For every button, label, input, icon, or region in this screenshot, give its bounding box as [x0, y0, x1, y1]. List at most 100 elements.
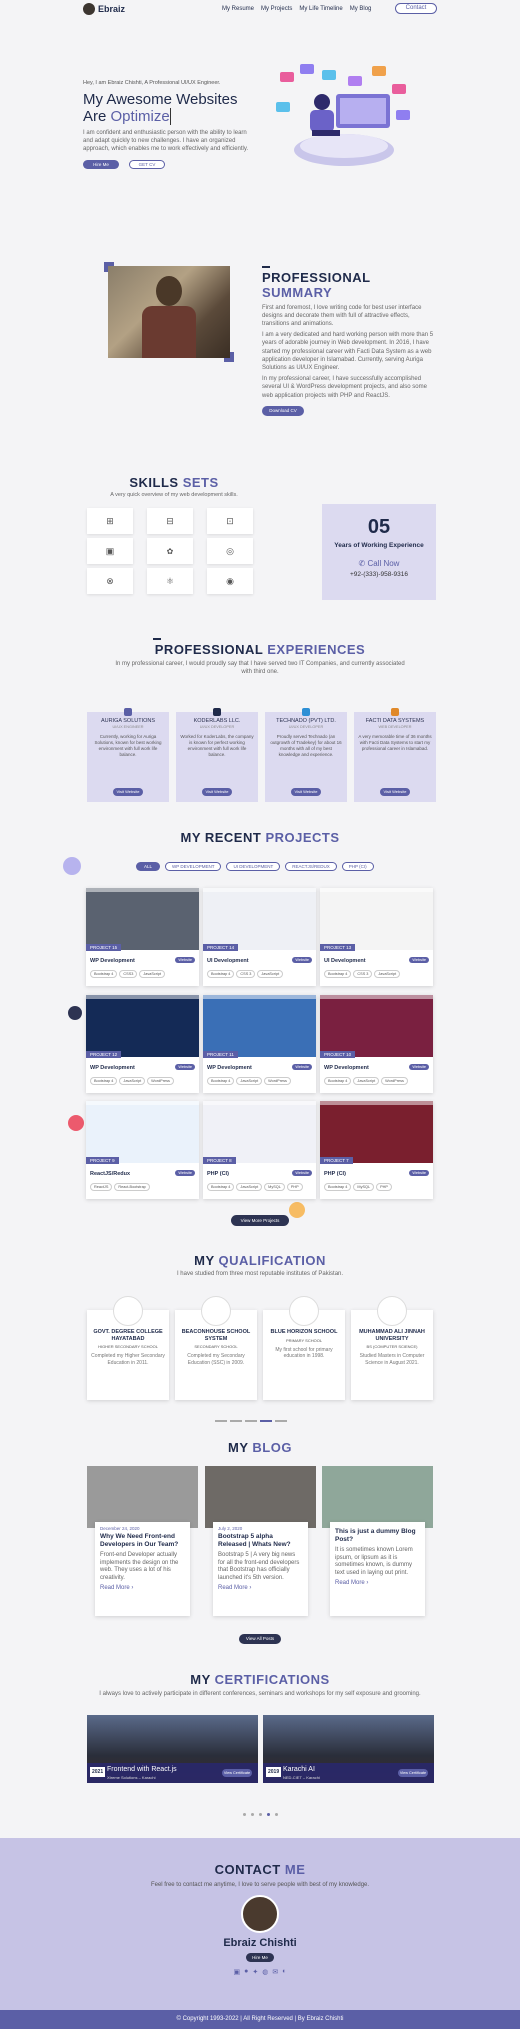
institute-name: BEACONHOUSE SCHOOL SYSTEM: [181, 1329, 251, 1342]
filter-wp[interactable]: WP DEVELOPMENT: [165, 862, 222, 871]
visit-website-button[interactable]: Visit Website: [202, 788, 232, 796]
project-website-button[interactable]: Website: [292, 1170, 312, 1176]
filter-all[interactable]: ALL: [136, 862, 161, 871]
project-card[interactable]: PROJECT 13 UI Development Website Bootstrap…: [320, 888, 433, 986]
project-type: ReactJS/Redux: [90, 1171, 131, 1177]
tech-tag: JavaScript: [236, 1077, 263, 1085]
hero-title: My Awesome Websites Are Optimize: [83, 91, 238, 125]
project-card[interactable]: PROJECT 12 WP Development Website Bootstrap…: [86, 995, 199, 1093]
filter-ui[interactable]: UI DEVELOPMENT: [226, 862, 281, 871]
stackoverflow-icon[interactable]: ◐: [282, 1968, 286, 1976]
project-card[interactable]: PROJECT 7 PHP (CI) Website Bootstrap 4 MySQL…: [320, 1101, 433, 1199]
company-desc: Currently, working for Auriga Solutions,…: [94, 734, 162, 757]
nav-item-projects[interactable]: My Projects: [261, 6, 292, 12]
visit-website-button[interactable]: Visit Website: [291, 788, 321, 796]
certificate-card: 2019 Karachi AI NED-CIET – Karachi View Cer…: [263, 1715, 434, 1783]
tech-tag: PHP: [286, 1183, 303, 1191]
blog-card[interactable]: December 24, 2020 Why We Need Front-end D…: [87, 1466, 198, 1616]
project-website-button[interactable]: Website: [292, 957, 312, 963]
view-all-posts-button[interactable]: View All Posts: [239, 1634, 281, 1644]
project-website-button[interactable]: Website: [175, 1170, 195, 1176]
certificate-year: 2021: [90, 1767, 106, 1777]
project-tags: Bootstrap 4 JavaScript MySQL PHP: [207, 1183, 305, 1191]
project-card[interactable]: PROJECT 15 WP Development Website Bootstrap…: [86, 888, 199, 986]
project-screenshot: [86, 995, 199, 1057]
filter-react[interactable]: REACTJS/REDUX: [285, 862, 337, 871]
project-number: PROJECT 10: [320, 1051, 356, 1058]
blog-title[interactable]: This is just a dummy Blog Post?: [335, 1528, 420, 1544]
project-screenshot: [203, 888, 316, 950]
project-card[interactable]: PROJECT 8 PHP (CI) Website Bootstrap 4 JavaS…: [203, 1101, 316, 1199]
certificate-org: NED-CIET – Karachi: [283, 1775, 320, 1780]
blog-card[interactable]: July 2, 2020 Bootstrap 5 alpha Released |…: [205, 1466, 316, 1616]
project-card[interactable]: PROJECT 9 ReactJS/Redux Website ReactJS Reac…: [86, 1101, 199, 1199]
contact-section: CONTACT ME Feel free to contact me anyti…: [0, 1838, 520, 2010]
tech-tag: Bootstrap 4: [324, 970, 352, 978]
gmail-icon[interactable]: ✉: [272, 1968, 278, 1976]
project-website-button[interactable]: Website: [175, 1064, 195, 1070]
qualification-title: MY QUALIFICATION: [194, 1253, 326, 1268]
project-website-button[interactable]: Website: [409, 957, 429, 963]
project-type: WP Development: [207, 1065, 252, 1071]
blog-title[interactable]: Bootstrap 5 alpha Released | Whats New?: [218, 1533, 303, 1549]
qualification-card: MUHAMMAD ALI JINNAH UNIVERSITY BS (COMPUT…: [351, 1296, 433, 1400]
company-name: FACTI DATA SYSTEMS: [365, 718, 425, 724]
experience-card: AURIGA SOLUTIONS UI/UX ENGINEER Currently,…: [87, 708, 169, 802]
qualification-card: BLUE HORIZON SCHOOL PRIMARY SCHOOL My firs…: [263, 1296, 345, 1400]
certificate-title: Frontend with React.js: [107, 1766, 177, 1773]
project-card[interactable]: PROJECT 11 WP Development Website Bootstrap…: [203, 995, 316, 1093]
project-website-button[interactable]: Website: [409, 1064, 429, 1070]
summary-para-1: First and foremost, I love writing code …: [262, 304, 422, 327]
view-certificate-button[interactable]: View Certificate: [222, 1769, 252, 1777]
projects-title: MY RECENT PROJECTS: [180, 830, 340, 845]
blog-card[interactable]: This is just a dummy Blog Post? It is som…: [322, 1466, 433, 1616]
javascript-icon: ✿: [147, 538, 193, 564]
hire-me-button[interactable]: Hire Me: [83, 159, 119, 169]
project-website-button[interactable]: Website: [409, 1170, 429, 1176]
twitter-icon[interactable]: ✦: [252, 1968, 258, 1976]
nav-item-blog[interactable]: My Blog: [350, 6, 372, 12]
contact-subtitle: Feel free to contact me anytime, I love …: [150, 1882, 370, 1888]
call-now-link[interactable]: ✆ Call Now: [322, 559, 436, 568]
project-card[interactable]: PROJECT 14 UI Development Website Bootstrap…: [203, 888, 316, 986]
visit-website-button[interactable]: Visit Website: [113, 788, 143, 796]
blog-image: [205, 1466, 316, 1528]
tech-tag: CSS 3: [353, 970, 373, 978]
project-screenshot: [320, 995, 433, 1057]
tech-tag: MySQL: [353, 1183, 375, 1191]
view-certificate-button[interactable]: View Certificate: [398, 1769, 428, 1777]
github-icon[interactable]: ●: [244, 1968, 248, 1976]
contact-hire-button[interactable]: Hire Me: [246, 1953, 274, 1962]
view-more-projects-button[interactable]: View More Projects: [231, 1215, 289, 1226]
contact-button[interactable]: Contact: [395, 3, 437, 14]
project-tags: Bootstrap 4 CSS3 JavaScript: [90, 970, 167, 978]
project-tags: Bootstrap 4 JavaScript WordPress: [324, 1077, 410, 1085]
css3-icon: ⊟: [147, 508, 193, 534]
github-icon: ◉: [207, 568, 253, 594]
blog-title[interactable]: Why We Need Front-end Developers in Our …: [100, 1533, 185, 1549]
project-card[interactable]: PROJECT 10 WP Development Website Bootstrap…: [320, 995, 433, 1093]
project-type: UI Development: [324, 958, 366, 964]
project-screenshot: [320, 1101, 433, 1163]
visit-website-button[interactable]: Visit Website: [380, 788, 410, 796]
webpack-icon: ⊗: [87, 568, 133, 594]
project-website-button[interactable]: Website: [175, 957, 195, 963]
nav-item-resume[interactable]: My Resume: [222, 6, 254, 12]
institute-name: MUHAMMAD ALI JINNAH UNIVERSITY: [359, 1329, 425, 1342]
cert-pager: [243, 1813, 278, 1816]
summary-para-2: I am a very dedicated and hard working p…: [262, 332, 434, 371]
filter-php[interactable]: PHP (CI): [341, 862, 374, 871]
read-more-link[interactable]: Read More ›: [100, 1585, 185, 1591]
skype-icon[interactable]: ◍: [262, 1968, 268, 1976]
project-tags: Bootstrap 4 MySQL PHP: [324, 1183, 394, 1191]
nav-item-timeline[interactable]: My Life Timeline: [299, 6, 342, 12]
brand-logo[interactable]: Ebraiz: [83, 3, 125, 15]
project-website-button[interactable]: Website: [292, 1064, 312, 1070]
get-cv-button[interactable]: GET CV: [129, 159, 165, 169]
read-more-link[interactable]: Read More ›: [218, 1585, 303, 1591]
read-more-link[interactable]: Read More ›: [335, 1580, 420, 1586]
download-cv-button[interactable]: Download CV: [262, 405, 304, 416]
tech-tag: CSS 3: [236, 970, 256, 978]
tech-tag: CSS3: [119, 970, 138, 978]
linkedin-icon[interactable]: ▣: [234, 1968, 241, 1976]
